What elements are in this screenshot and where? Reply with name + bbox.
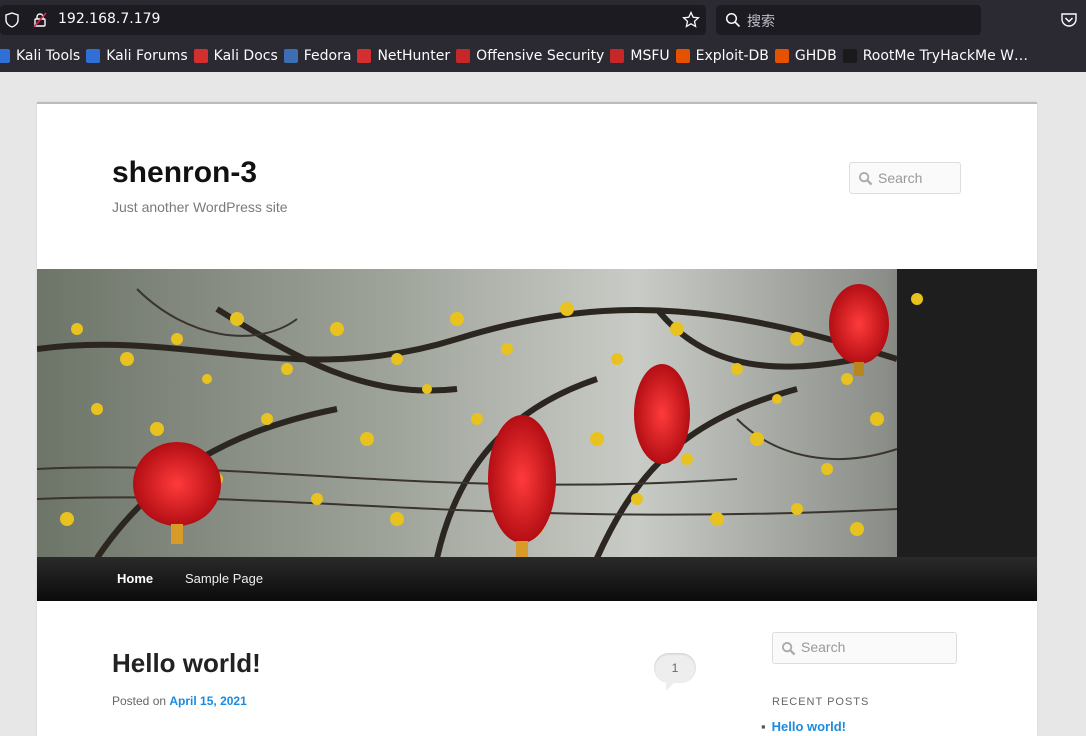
bookmark-kali-docs[interactable]: Kali Docs [193, 40, 284, 72]
offensive-security-favicon-icon [456, 49, 471, 63]
bookmark-kali-forums[interactable]: Kali Forums [86, 40, 193, 72]
address-bar[interactable]: 192.168.7.179 [0, 5, 706, 35]
pocket-icon[interactable] [1060, 11, 1078, 29]
post-title[interactable]: Hello world! [112, 648, 261, 679]
posted-on-label: Posted on [112, 694, 167, 708]
header-search-input[interactable]: Search [849, 162, 961, 194]
site-title[interactable]: shenron-3 [112, 156, 257, 190]
rootme-favicon-icon [842, 49, 857, 63]
bookmark-label: NetHunter [377, 48, 451, 64]
nav-sample-page[interactable]: Sample Page [185, 571, 263, 586]
sidebar-search-input[interactable]: Search [772, 632, 957, 664]
bookmark-kali-tools[interactable]: Kali Tools [0, 40, 86, 72]
lanterns-blossom-photo [37, 269, 1037, 558]
search-icon [858, 171, 873, 186]
kali-forums-favicon-icon [86, 49, 101, 63]
main-navigation: Home Sample Page [37, 557, 1037, 601]
recent-posts-heading: RECENT POSTS [772, 696, 870, 708]
bookmark-label: Offensive Security [476, 48, 605, 64]
search-icon [781, 641, 796, 656]
bookmark-rootme-tryhackme[interactable]: RootMe TryHackMe W… [842, 40, 1034, 72]
browser-toolbar: 192.168.7.179 搜索 [0, 0, 1086, 40]
bookmark-ghdb[interactable]: GHDB [774, 40, 843, 72]
browser-search-bar[interactable]: 搜索 [716, 5, 981, 35]
shield-icon[interactable] [4, 12, 20, 28]
ghdb-favicon-icon [774, 49, 789, 63]
site-description: Just another WordPress site [112, 199, 288, 215]
bookmark-label: Fedora [303, 48, 352, 64]
header-image[interactable] [37, 269, 1037, 558]
bookmark-offensive-security[interactable]: Offensive Security [456, 40, 610, 72]
bookmark-msfu[interactable]: MSFU [610, 40, 675, 72]
url-text[interactable]: 192.168.7.179 [58, 11, 160, 27]
bookmark-label: MSFU [630, 48, 670, 64]
header-search-placeholder: Search [878, 170, 923, 186]
msfu-favicon-icon [610, 49, 625, 63]
search-icon [725, 12, 741, 28]
bookmark-nethunter[interactable]: NetHunter [357, 40, 456, 72]
post-date-link[interactable]: April 15, 2021 [169, 694, 246, 708]
bookmark-label: Kali Docs [213, 48, 278, 64]
bullet-icon: ▪ [761, 719, 766, 734]
exploit-db-favicon-icon [675, 49, 690, 63]
search-placeholder: 搜索 [747, 14, 775, 30]
recent-post-link[interactable]: ▪ Hello world! [761, 719, 846, 734]
kali-docs-favicon-icon [193, 49, 208, 63]
nethunter-favicon-icon [357, 49, 372, 63]
bookmark-fedora[interactable]: Fedora [283, 40, 358, 72]
bookmark-label: RootMe TryHackMe W… [862, 48, 1028, 64]
bookmark-exploit-db[interactable]: Exploit-DB [675, 40, 775, 72]
bookmarks-toolbar: Kali Tools Kali Forums Kali Docs Fedora … [0, 40, 1086, 72]
comment-count-bubble[interactable]: 1 [654, 653, 696, 691]
page-container: shenron-3 Just another WordPress site Se… [37, 102, 1037, 736]
post-meta: Posted on April 15, 2021 [112, 694, 247, 708]
kali-tools-favicon-icon [0, 49, 10, 63]
bookmark-star-icon[interactable] [682, 11, 700, 29]
recent-post-title[interactable]: Hello world! [772, 719, 846, 734]
bookmark-label: Kali Tools [16, 48, 81, 64]
bookmark-label: GHDB [794, 48, 837, 64]
bookmark-label: Exploit-DB [695, 48, 769, 64]
nav-home[interactable]: Home [117, 571, 153, 586]
bookmark-label: Kali Forums [106, 48, 188, 64]
fedora-favicon-icon [283, 49, 298, 63]
insecure-lock-icon[interactable] [32, 12, 48, 28]
sidebar-search-placeholder: Search [801, 639, 846, 655]
